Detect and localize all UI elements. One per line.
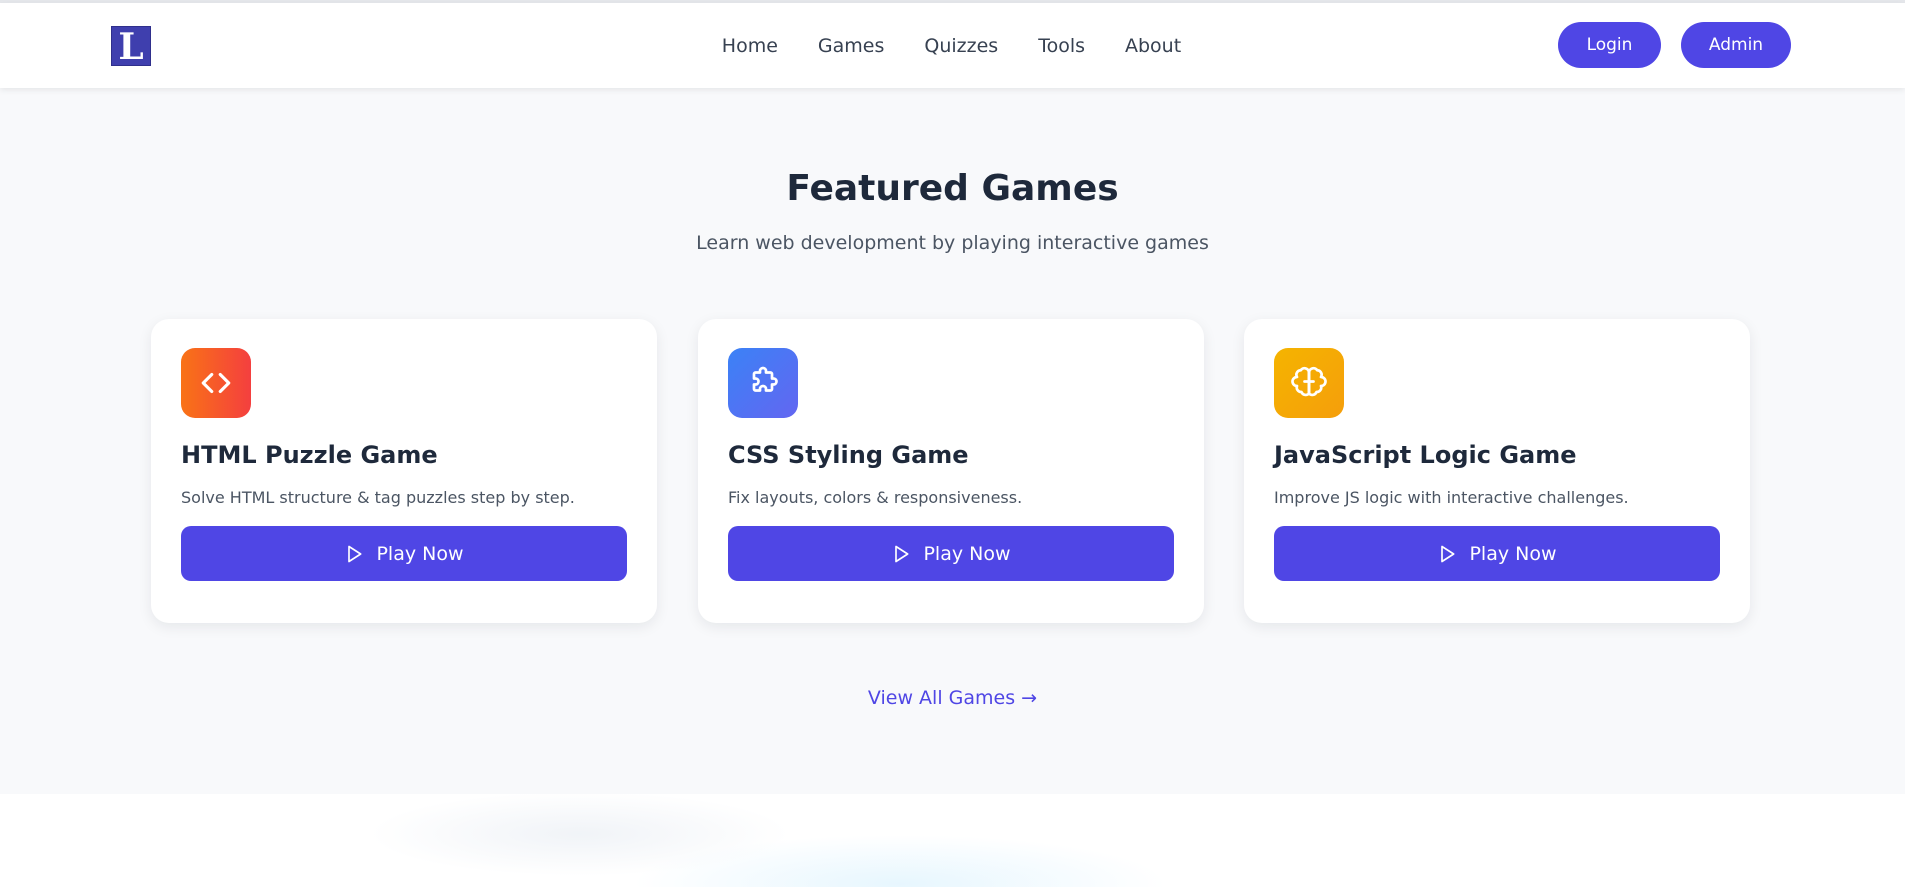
play-now-label: Play Now [923,542,1011,565]
game-card-javascript: JavaScript Logic Game Improve JS logic w… [1244,319,1750,623]
site-header: L Home Games Quizzes Tools About Login A… [0,3,1905,88]
play-icon [895,545,909,562]
view-all-container: View All Games → [0,687,1905,709]
nav-home[interactable]: Home [722,35,778,57]
brain-icon [1274,348,1344,418]
code-icon [181,348,251,418]
nav-games[interactable]: Games [818,35,884,57]
card-description: Fix layouts, colors & responsiveness. [728,488,1023,507]
play-now-button[interactable]: Play Now [181,526,627,581]
play-icon [348,545,362,562]
featured-games-section: Featured Games Learn web development by … [0,88,1905,794]
card-description: Improve JS logic with interactive challe… [1274,488,1629,507]
site-logo[interactable]: L [111,26,151,67]
game-card-css: CSS Styling Game Fix layouts, colors & r… [698,319,1204,623]
puzzle-icon [728,348,798,418]
login-button[interactable]: Login [1558,22,1661,68]
play-now-button[interactable]: Play Now [728,526,1174,581]
play-icon [1441,545,1455,562]
card-title: HTML Puzzle Game [181,441,438,469]
next-section-background [0,794,1905,887]
card-title: JavaScript Logic Game [1274,441,1577,469]
card-title: CSS Styling Game [728,441,969,469]
admin-button[interactable]: Admin [1681,22,1791,68]
play-now-button[interactable]: Play Now [1274,526,1720,581]
play-now-label: Play Now [1469,542,1557,565]
card-description: Solve HTML structure & tag puzzles step … [181,488,575,507]
nav-quizzes[interactable]: Quizzes [924,35,998,57]
play-now-label: Play Now [376,542,464,565]
game-card-html: HTML Puzzle Game Solve HTML structure & … [151,319,657,623]
nav-about[interactable]: About [1125,35,1181,57]
nav-tools[interactable]: Tools [1038,35,1085,57]
section-subtitle: Learn web development by playing interac… [696,232,1209,254]
section-title: Featured Games [786,168,1119,209]
view-all-games-link[interactable]: View All Games → [868,687,1037,709]
